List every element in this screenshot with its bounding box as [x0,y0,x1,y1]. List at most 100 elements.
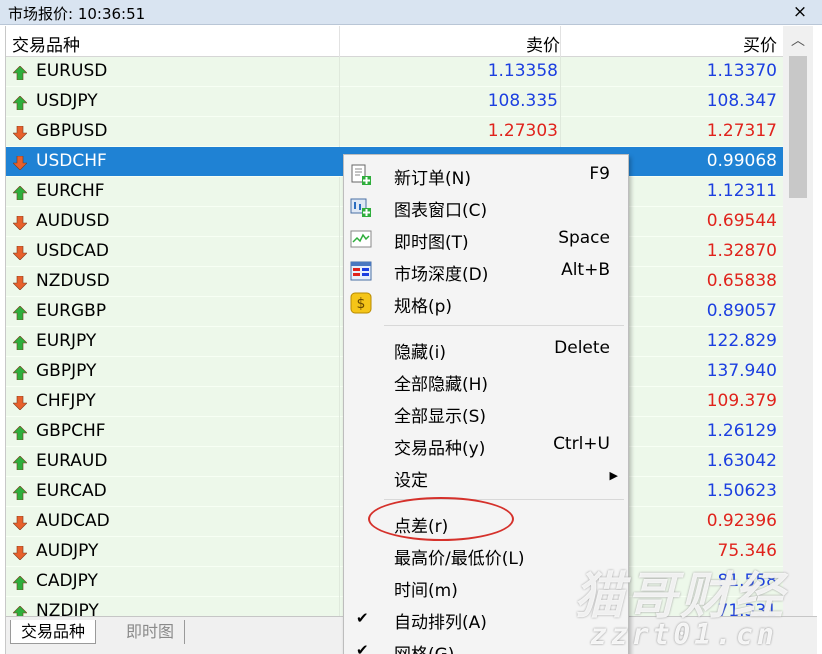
cell-divider [339,447,340,477]
cell-divider [339,537,340,567]
menu-item-2[interactable]: 图表窗口(C) [344,191,628,223]
svg-text:$: $ [357,296,366,312]
menu-item-label: 即时图(T) [394,233,469,253]
arrow-up-icon [12,425,28,441]
submenu-arrow-icon: ▶ [609,469,618,482]
symbol-cell: CADJPY [36,571,98,591]
arrow-up-icon [12,335,28,351]
menu-item-shortcut: Ctrl+U [553,434,610,454]
scroll-thumb[interactable] [789,56,807,198]
arrow-down-icon [12,125,28,141]
menu-item-label: 隐藏(i) [394,343,446,363]
arrow-up-icon [12,575,28,591]
menu-item-label: 网格(G) [394,640,454,654]
column-header-bid[interactable]: 卖价 [340,31,560,56]
arrow-up-icon [12,455,28,471]
checkmark-icon: ✔ [356,641,369,654]
menu-item-shortcut: Delete [554,338,610,358]
menu-item-label: 市场深度(D) [394,265,489,285]
cell-divider [339,207,340,237]
menu-item-3[interactable]: 即时图(T) Space [344,223,628,255]
ask-cell: 1.27317 [706,121,777,141]
table-row[interactable]: EURUSD 1.13358 1.13370 [6,57,783,87]
arrow-down-icon [12,275,28,291]
cell-divider [339,387,340,417]
window-title: 市场报价: 10:36:51 [8,5,146,23]
arrow-up-icon [12,365,28,381]
checkmark-icon: ✔ [356,609,369,627]
menu-item-label: 交易品种(y) [394,439,486,459]
tick-chart-icon [350,228,372,250]
symbol-cell: USDCHF [36,151,107,171]
bid-cell: 108.335 [487,91,558,111]
symbol-cell: AUDCAD [36,511,110,531]
column-divider[interactable] [560,26,561,57]
symbol-cell: USDCAD [36,241,109,261]
menu-item-label: 设定 [394,471,428,491]
symbol-cell: GBPJPY [36,361,97,381]
cell-divider [339,477,340,507]
cell-divider [560,117,561,147]
market-depth-icon [350,260,372,282]
symbol-cell: USDJPY [36,91,98,111]
arrow-up-icon [12,485,28,501]
specification-icon: $ [350,292,372,314]
cell-divider [339,357,340,387]
cell-divider [339,507,340,537]
arrow-up-icon [12,305,28,321]
menu-item-8[interactable]: 全部显示(S) [344,397,628,429]
menu-item-5[interactable]: $ 规格(p) [344,287,628,319]
highlight-circle [368,497,514,541]
menu-item-label: 全部隐藏(H) [394,375,489,395]
tab-tick-chart[interactable]: 即时图 [116,620,186,644]
cell-divider [339,327,340,357]
cell-divider [339,177,340,207]
cell-divider [560,87,561,117]
menu-item-label: 时间(m) [394,581,458,601]
watermark-url: zzrt01.cn [590,618,778,651]
ask-cell: 108.347 [706,91,777,111]
arrow-up-icon [12,65,28,81]
tab-symbols[interactable]: 交易品种 [10,620,97,644]
bid-cell: 1.27303 [487,121,558,141]
menu-item-label: 图表窗口(C) [394,201,488,221]
table-header: 交易品种 卖价 买价 [6,26,783,57]
symbol-cell: EURGBP [36,301,107,321]
menu-item-label: 规格(p) [394,297,453,317]
new-order-icon [350,164,372,186]
close-button[interactable]: × [788,2,812,22]
arrow-up-icon [12,95,28,111]
menu-item-4[interactable]: 市场深度(D) Alt+B [344,255,628,287]
menu-item-15[interactable]: ✔ 网格(G) [344,635,628,654]
symbol-cell: NZDUSD [36,271,110,291]
cell-divider [339,147,340,177]
symbol-cell: AUDUSD [36,211,110,231]
arrow-down-icon [12,395,28,411]
symbol-cell: GBPCHF [36,421,106,441]
menu-item-shortcut: Space [558,228,610,248]
cell-divider [339,567,340,597]
vertical-scrollbar[interactable]: ︿ [783,26,813,616]
chart-window-icon [350,196,372,218]
menu-item-label: 新订单(N) [394,169,471,189]
menu-item-1[interactable]: 新订单(N) F9 [344,159,628,191]
bid-cell: 1.13358 [487,61,558,81]
table-row[interactable]: GBPUSD 1.27303 1.27317 [6,117,783,147]
symbol-cell: EURUSD [36,61,108,81]
column-header-ask[interactable]: 买价 [562,31,777,56]
ask-cell: 1.13370 [706,61,777,81]
menu-item-6[interactable]: 隐藏(i) Delete [344,333,628,365]
table-row[interactable]: USDJPY 108.335 108.347 [6,87,783,117]
symbol-cell: CHFJPY [36,391,96,411]
cell-divider [339,267,340,297]
menu-item-7[interactable]: 全部隐藏(H) [344,365,628,397]
column-header-symbol[interactable]: 交易品种 [12,31,80,56]
menu-item-10[interactable]: 设定 ▶ [344,461,628,493]
arrow-down-icon [12,545,28,561]
scroll-up-icon[interactable]: ︿ [783,30,813,52]
symbol-cell: EURCHF [36,181,105,201]
symbol-cell: EURAUD [36,451,108,471]
menu-item-9[interactable]: 交易品种(y) Ctrl+U [344,429,628,461]
menu-item-label: 全部显示(S) [394,407,487,427]
arrow-up-icon [12,185,28,201]
